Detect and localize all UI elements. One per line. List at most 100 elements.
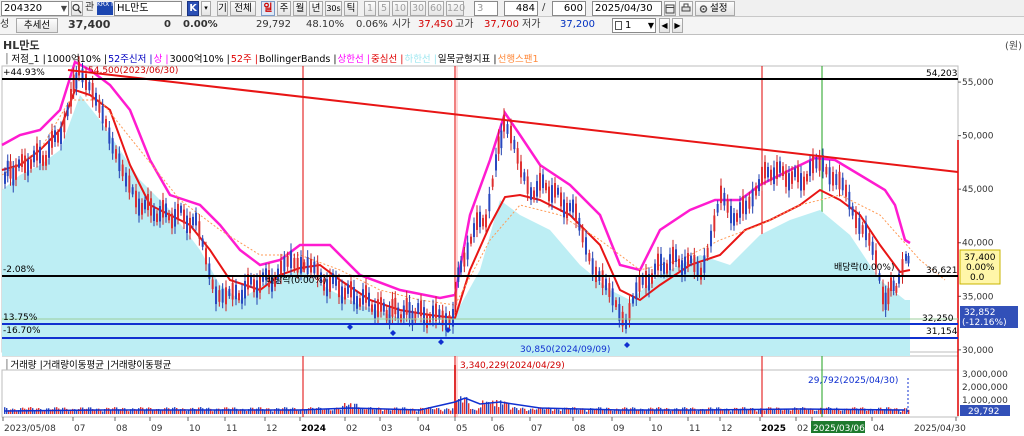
volume-bar <box>594 409 596 414</box>
volume-bar <box>182 408 184 414</box>
date-tick-label: 05 <box>456 424 467 434</box>
volume-bar <box>530 408 532 414</box>
candle-body <box>706 247 709 258</box>
candle-body <box>892 280 895 292</box>
volume-bar <box>558 409 560 414</box>
volume-bar <box>520 408 522 414</box>
volume-bar <box>68 411 70 414</box>
volume-bar <box>516 408 518 414</box>
candle-body <box>6 160 9 177</box>
candle-body <box>380 297 382 312</box>
volume-bar <box>252 407 254 414</box>
candle-body <box>108 127 111 144</box>
candle-body <box>118 153 121 172</box>
candle-body <box>684 256 686 275</box>
price-tick-label: 55,000 <box>962 78 994 88</box>
candle-body <box>138 198 140 216</box>
candle-body <box>675 249 677 262</box>
candle-body <box>791 171 793 184</box>
volume-bar <box>76 410 78 414</box>
date-tick-label: 12 <box>721 424 732 434</box>
volume-bar <box>498 407 500 414</box>
volume-bar <box>588 409 590 414</box>
candle-body <box>815 157 818 169</box>
volume-bar <box>282 408 284 414</box>
candle-body <box>344 287 346 300</box>
candle-body <box>803 176 805 191</box>
volume-bar <box>874 410 876 414</box>
candle-body <box>530 187 532 200</box>
volume-bar <box>450 410 452 414</box>
volume-bar <box>198 407 200 414</box>
volume-bar <box>896 408 898 414</box>
candle-body <box>657 253 659 271</box>
volume-bar <box>306 410 308 414</box>
candle-body <box>635 282 638 300</box>
current-price-tag-change: 0.0 <box>970 273 985 283</box>
candle-body <box>460 260 462 273</box>
candle-body <box>713 215 716 232</box>
candle-body <box>42 155 44 166</box>
candle-body <box>180 205 182 213</box>
candle-body <box>177 203 179 219</box>
candle-body <box>611 288 614 306</box>
candle-body <box>121 164 124 177</box>
dividend-label: 배당락(0.00%) <box>834 261 894 273</box>
volume-bar <box>584 409 586 414</box>
volume-bar <box>780 409 782 414</box>
low-point-label: 30,850(2024/09/09) <box>520 345 610 355</box>
volume-bar <box>860 407 862 414</box>
volume-bar <box>348 404 350 414</box>
candle-body <box>588 253 591 262</box>
volume-bar <box>854 407 856 414</box>
candle-body <box>476 212 478 230</box>
volume-bar <box>106 407 108 414</box>
volume-bar <box>620 410 622 414</box>
volume-bar <box>446 408 448 414</box>
candle-body <box>91 82 94 101</box>
candle-body <box>238 293 240 301</box>
candle-body <box>225 287 227 305</box>
candle-body <box>353 287 355 305</box>
volume-bar <box>384 409 386 414</box>
volume-bar <box>828 407 830 414</box>
candle-body <box>88 81 91 91</box>
volume-bar <box>782 410 784 414</box>
candle-body <box>221 288 224 303</box>
volume-bar <box>484 404 486 414</box>
volume-bar <box>292 407 294 414</box>
candle-body <box>907 255 910 264</box>
candle-body <box>144 199 146 210</box>
candle-body <box>329 275 331 292</box>
volume-bar <box>586 411 588 414</box>
volume-bar <box>682 407 684 414</box>
volume-bar <box>396 407 398 414</box>
candle-body <box>347 284 349 294</box>
trendline-red <box>67 69 959 173</box>
volume-bar <box>58 408 60 414</box>
candle-body <box>488 193 491 212</box>
candle-body <box>186 215 188 234</box>
date-tick-label: 2023/05/08 <box>4 424 56 434</box>
candle-body <box>313 261 316 274</box>
volume-bar <box>852 407 854 414</box>
candle-body <box>290 250 292 269</box>
volume-bar <box>544 409 546 414</box>
candle-body <box>638 276 641 292</box>
date-tick-label: 10 <box>189 424 201 434</box>
candle-body <box>812 155 814 174</box>
price-chart[interactable]: 55,000 50,000 45,000 40,000 35,000 30,000 3,00… <box>0 0 1024 436</box>
candle-body <box>513 139 516 150</box>
candle-body <box>391 299 394 317</box>
volume-bar <box>816 410 818 414</box>
date-tick-label: 04 <box>419 424 431 434</box>
volume-bar <box>646 410 648 414</box>
candle-body <box>283 257 286 272</box>
candle-body <box>174 209 176 227</box>
candle-body <box>770 169 772 181</box>
candle-body <box>884 292 887 310</box>
candle-body <box>105 119 107 128</box>
candle-body <box>45 155 47 166</box>
candle-body <box>365 285 367 303</box>
candle-body <box>215 286 217 305</box>
